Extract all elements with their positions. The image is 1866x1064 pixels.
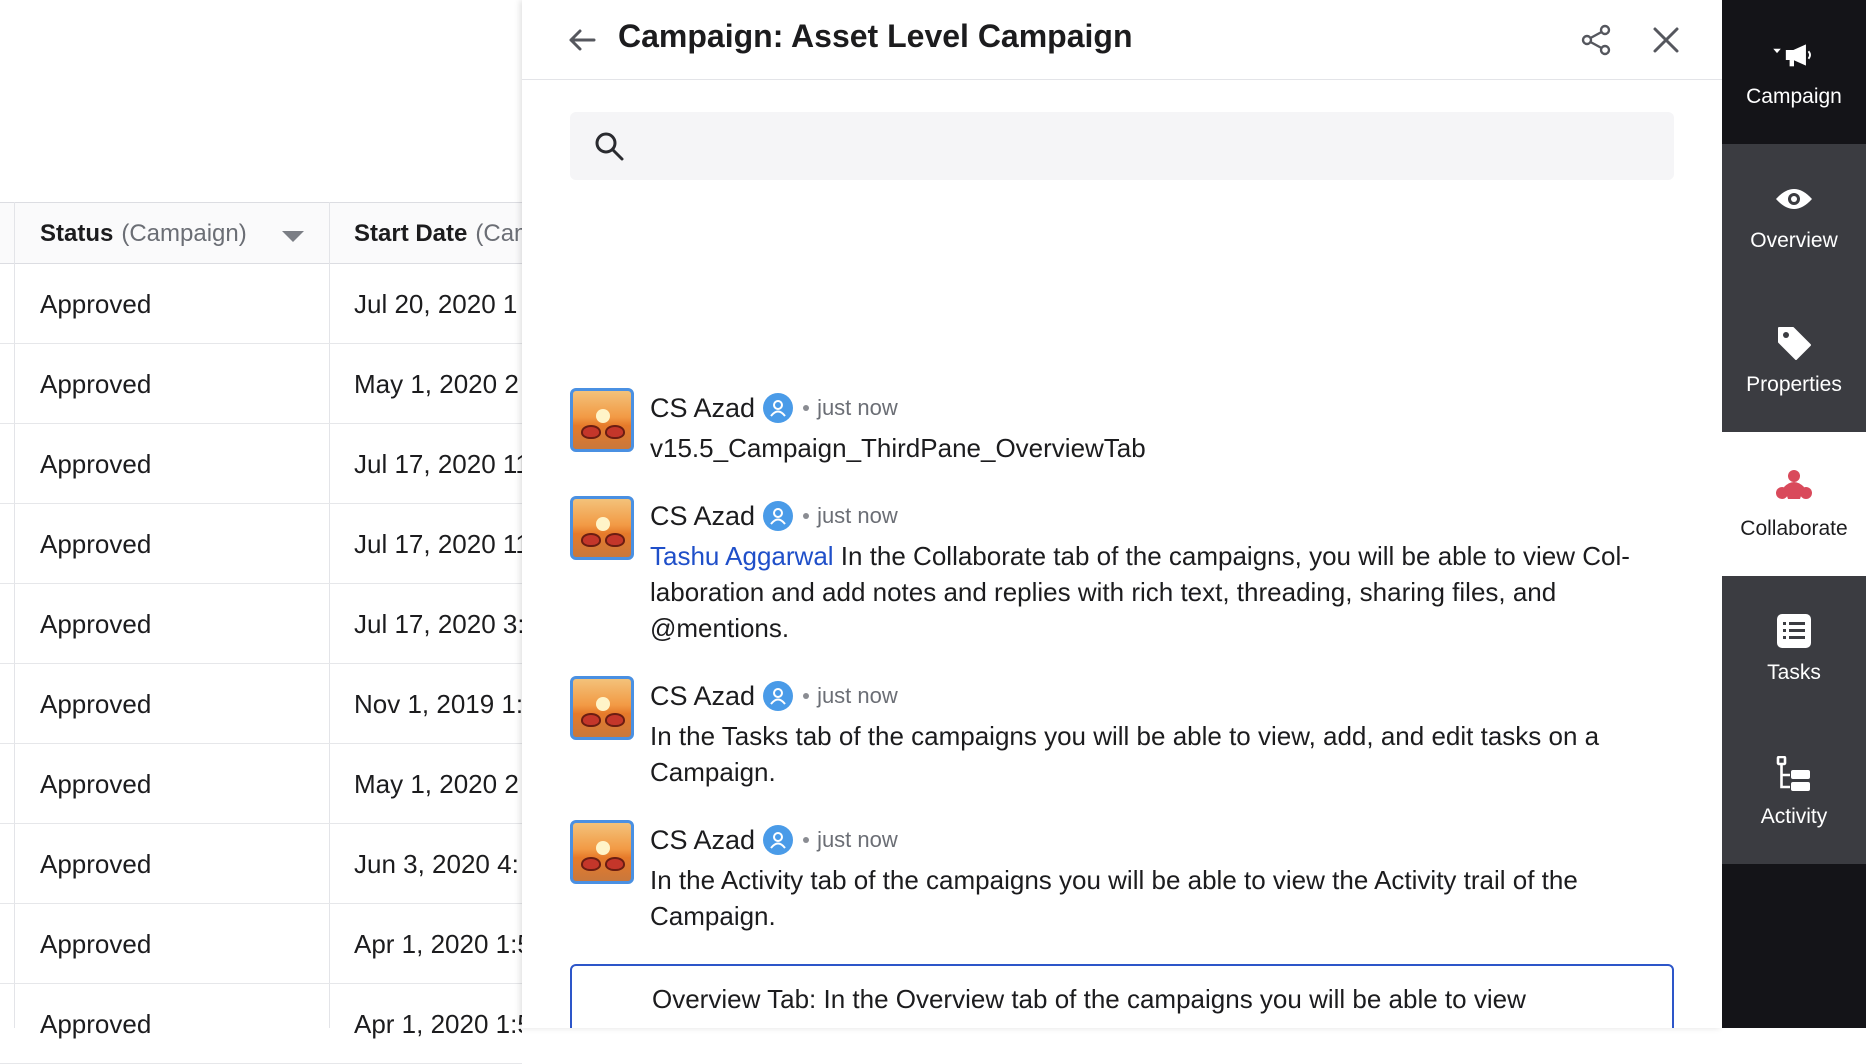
cell-status: Approved xyxy=(40,928,152,959)
cell-status: Approved xyxy=(40,1008,152,1039)
separator-dot xyxy=(803,693,810,699)
rail-item-campaign[interactable]: Campaign xyxy=(1722,0,1866,144)
note-body: CS Azad just now v15.5_Campaign_ThirdPane_… xyxy=(650,388,1680,466)
table-row[interactable]: Approved Jul 17, 2020 11 xyxy=(0,424,522,504)
campaign-third-pane: Campaign: Asset Level Campaign CS Azad ju… xyxy=(522,0,1722,1028)
avatar[interactable] xyxy=(570,496,634,560)
close-icon xyxy=(1653,27,1679,53)
cell-start-date: May 1, 2020 2 xyxy=(354,768,519,799)
note-author[interactable]: CS Azad xyxy=(650,825,755,856)
note-message: v15.5_Campaign_ThirdPane_OverviewTab xyxy=(650,433,1146,463)
cell-status: Approved xyxy=(40,768,152,799)
note-text: Tashu Aggarwal In the Collaborate tab of… xyxy=(650,538,1680,646)
cell-start-date: Jul 17, 2020 11 xyxy=(354,448,522,479)
cell-start-date: May 1, 2020 2 xyxy=(354,368,519,399)
avatar[interactable] xyxy=(570,388,634,452)
note-text: In the Activity tab of the campaigns you… xyxy=(650,862,1680,934)
table-row[interactable]: Approved Nov 1, 2019 1:3 xyxy=(0,664,522,744)
back-arrow-icon xyxy=(569,29,596,51)
note-meta: CS Azad just now xyxy=(650,820,1680,860)
column-header-start-date[interactable]: Start Date (Campaign) xyxy=(354,203,522,265)
table-row[interactable]: Approved Jul 20, 2020 1 xyxy=(0,264,522,344)
search-icon xyxy=(592,129,626,163)
note-meta: CS Azad just now xyxy=(650,676,1680,716)
panel-header: Campaign: Asset Level Campaign xyxy=(522,0,1722,80)
table-header: Status (Campaign) Start Date (Campaign) xyxy=(0,202,522,264)
cell-start-date: Nov 1, 2019 1:3 xyxy=(354,688,522,719)
cell-status: Approved xyxy=(40,448,152,479)
cell-status: Approved xyxy=(40,608,152,639)
back-button[interactable] xyxy=(562,20,602,60)
note-author[interactable]: CS Azad xyxy=(650,681,755,712)
avatar[interactable] xyxy=(570,676,634,740)
cell-status: Approved xyxy=(40,688,152,719)
right-rail-nav: Campaign Overview Properties Collaborate… xyxy=(1722,0,1866,1028)
cell-start-date: Apr 1, 2020 1:5 xyxy=(354,1008,522,1039)
cell-start-date: Jul 17, 2020 11 xyxy=(354,528,522,559)
note-timestamp: just now xyxy=(817,683,898,708)
note-text: In the Tasks tab of the campaigns you wi… xyxy=(650,718,1680,790)
table-row[interactable]: Approved May 1, 2020 2 xyxy=(0,344,522,424)
tasks-icon xyxy=(1772,611,1816,651)
note-timestamp: just now xyxy=(817,827,898,852)
note-body: CS Azad just now In the Tasks tab of the c… xyxy=(650,676,1680,790)
separator-dot xyxy=(803,405,810,411)
share-button[interactable] xyxy=(1576,20,1616,60)
cell-status: Approved xyxy=(40,368,152,399)
cell-status: Approved xyxy=(40,528,152,559)
note-editor[interactable]: Overview Tab: In the Overview tab of the… xyxy=(570,964,1674,1028)
cell-start-date: Jul 20, 2020 1 xyxy=(354,288,518,319)
user-icon xyxy=(763,681,794,711)
rail-item-collaborate[interactable]: Collaborate xyxy=(1722,432,1866,576)
note-meta: CS Azad just now xyxy=(650,496,1680,536)
note-timestamp: just now xyxy=(817,395,898,420)
note-message: In the Activity tab of the campaigns you… xyxy=(650,865,1578,931)
collaborate-icon xyxy=(1772,467,1816,507)
rail-item-activity[interactable]: Activity xyxy=(1722,720,1866,864)
note-message: In the Tasks tab of the campaigns you wi… xyxy=(650,721,1600,787)
panel-title: Campaign: Asset Level Campaign xyxy=(618,18,1133,54)
note-author[interactable]: CS Azad xyxy=(650,393,755,424)
cell-status: Approved xyxy=(40,288,152,319)
table-row[interactable]: Approved Jul 17, 2020 11 xyxy=(0,504,522,584)
share-icon xyxy=(1581,24,1611,56)
avatar[interactable] xyxy=(570,820,634,884)
rail-item-properties[interactable]: Properties xyxy=(1722,288,1866,432)
separator-dot xyxy=(803,513,810,519)
notes-search-box[interactable] xyxy=(570,112,1674,180)
campaign-table: Status (Campaign) Start Date (Campaign) … xyxy=(0,0,522,1064)
search-input[interactable] xyxy=(626,116,1674,176)
activity-icon xyxy=(1772,755,1816,795)
note-meta: CS Azad just now xyxy=(650,388,1680,428)
note-author[interactable]: CS Azad xyxy=(650,501,755,532)
note-body: CS Azad just now In the Activity tab of th… xyxy=(650,820,1680,934)
editor-text: Overview Tab: In the Overview tab of the… xyxy=(652,984,1526,1014)
note-timestamp: just now xyxy=(817,503,898,528)
user-icon xyxy=(763,393,794,423)
rail-item-overview[interactable]: Overview xyxy=(1722,144,1866,288)
user-icon xyxy=(763,501,794,531)
column-header-status[interactable]: Status (Campaign) xyxy=(40,203,275,265)
cell-start-date: Apr 1, 2020 1:5 xyxy=(354,928,522,959)
table-row[interactable]: Approved Apr 1, 2020 1:5 xyxy=(0,984,522,1064)
sort-caret-icon[interactable] xyxy=(282,231,304,242)
separator-dot xyxy=(803,837,810,843)
mention-link[interactable]: Tashu Aggarwal xyxy=(650,541,834,571)
table-row[interactable]: Approved Jul 17, 2020 3: xyxy=(0,584,522,664)
tag-icon xyxy=(1772,323,1816,363)
cell-start-date: Jun 3, 2020 4: xyxy=(354,848,519,879)
table-row[interactable]: Approved May 1, 2020 2 xyxy=(0,744,522,824)
table-row[interactable]: Approved Jun 3, 2020 4: xyxy=(0,824,522,904)
cell-status: Approved xyxy=(40,848,152,879)
note-text: v15.5_Campaign_ThirdPane_OverviewTab xyxy=(650,430,1680,466)
cell-start-date: Jul 17, 2020 3: xyxy=(354,608,522,639)
note-body: CS Azad just now Tashu Aggarwal In the Col… xyxy=(650,496,1680,646)
rail-item-tasks[interactable]: Tasks xyxy=(1722,576,1866,720)
megaphone-icon xyxy=(1772,35,1816,75)
table-row[interactable]: Approved Apr 1, 2020 1:5 xyxy=(0,904,522,984)
user-icon xyxy=(763,825,794,855)
close-button[interactable] xyxy=(1646,20,1686,60)
eye-icon xyxy=(1772,179,1816,219)
